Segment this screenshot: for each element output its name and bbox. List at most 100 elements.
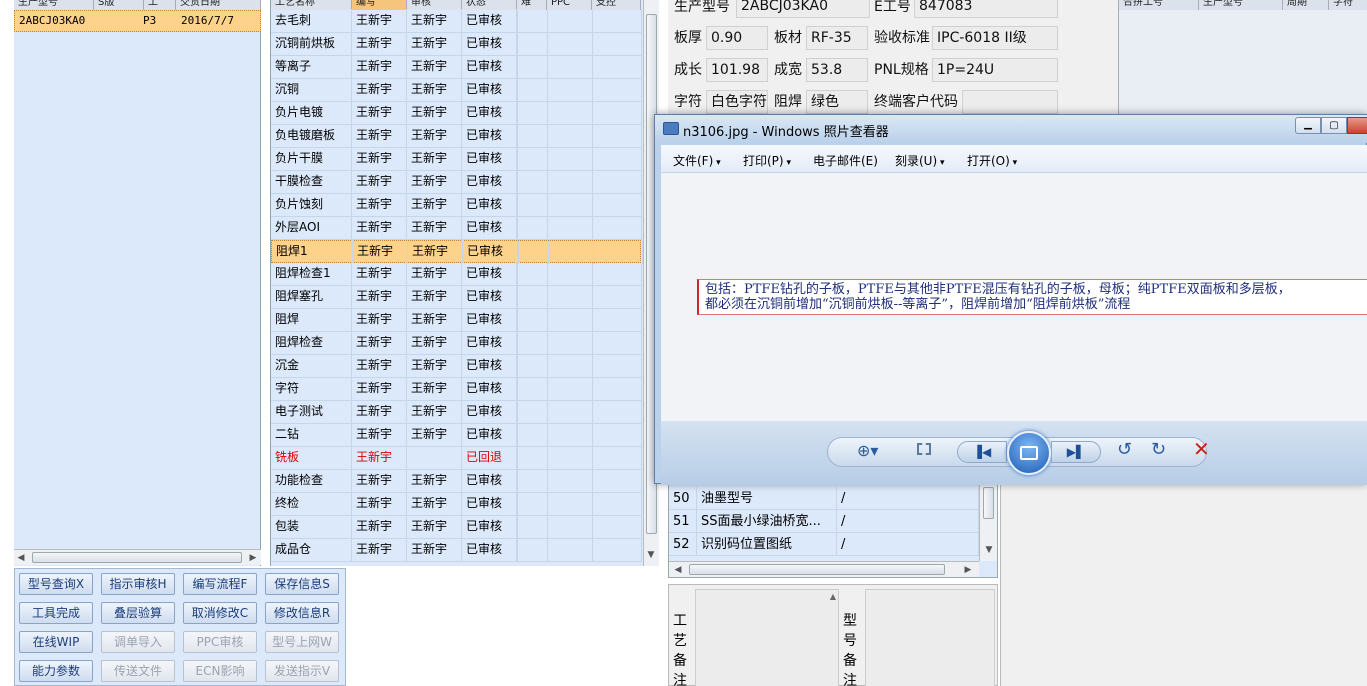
action-button[interactable]: 工具完成 xyxy=(19,602,93,624)
table-row[interactable]: 电子测试 王新宇 王新宇 已审核 xyxy=(271,400,642,424)
scroll-thumb[interactable] xyxy=(32,552,242,563)
table-row[interactable]: 阻焊1 王新宇 王新宇 已审核 xyxy=(271,240,643,264)
maximize-button[interactable]: ▢ xyxy=(1321,117,1347,134)
col-header-char[interactable]: 字符 xyxy=(1329,0,1367,10)
action-button[interactable]: 修改信息R xyxy=(265,602,339,624)
table-row[interactable]: 沉铜前烘板 王新宇 王新宇 已审核 xyxy=(271,32,642,56)
scroll-left-icon[interactable]: ◀ xyxy=(14,551,28,565)
action-button[interactable]: 编写流程F xyxy=(183,573,257,595)
minimize-button[interactable]: ▁ xyxy=(1295,117,1321,134)
horizontal-scrollbar[interactable]: ◀ ▶ xyxy=(14,549,261,565)
action-button[interactable]: ECN影响 xyxy=(183,660,257,682)
mask-field[interactable]: 绿色 xyxy=(806,90,868,114)
col-header-control[interactable]: 支控 xyxy=(592,0,641,10)
next-button[interactable]: ▶▌ xyxy=(1051,441,1101,463)
length-field[interactable]: 101.98 xyxy=(706,58,768,82)
action-button[interactable]: 取消修改C xyxy=(183,602,257,624)
menu-item[interactable]: 打开(O) ▾ xyxy=(967,152,1017,169)
actual-size-icon[interactable] xyxy=(917,443,931,455)
customer-field[interactable] xyxy=(962,90,1058,114)
delete-icon[interactable]: ✕ xyxy=(1193,437,1210,461)
process-remark-field[interactable]: ▲ xyxy=(695,589,839,686)
action-button[interactable]: 型号上网W xyxy=(265,631,339,653)
col-header-ppc[interactable]: PPC xyxy=(547,0,592,10)
action-button[interactable]: 传送文件 xyxy=(101,660,175,682)
writer-cell: 王新宇 xyxy=(352,101,407,124)
row-model: 2ABCJ03KA0 xyxy=(19,14,86,27)
material-field[interactable]: RF-35 xyxy=(806,26,868,50)
action-button[interactable]: 保存信息S xyxy=(265,573,339,595)
action-button[interactable]: PPC审核 xyxy=(183,631,257,653)
table-row[interactable]: 外层AOI 王新宇 王新宇 已审核 xyxy=(271,216,642,240)
rotate-right-icon[interactable]: ↻ xyxy=(1151,439,1166,460)
model-field[interactable]: 2ABCJ03KA0 xyxy=(736,0,870,18)
e-number-field[interactable]: 847083 xyxy=(914,0,1058,18)
menu-item[interactable]: 打印(P) ▾ xyxy=(743,152,791,169)
standard-field[interactable]: IPC-6018 II级 xyxy=(932,26,1058,50)
action-button[interactable]: 能力参数 xyxy=(19,660,93,682)
char-field[interactable]: 白色字符 xyxy=(706,90,768,114)
col-header-model[interactable]: 生产型号 xyxy=(14,0,94,10)
action-button[interactable]: 在线WIP xyxy=(19,631,93,653)
previous-button[interactable]: ▐◀ xyxy=(957,441,1007,463)
scroll-thumb[interactable] xyxy=(983,487,994,519)
table-row[interactable]: 2ABCJ03KA0 P3 2016/7/7 xyxy=(14,10,261,32)
table-row[interactable]: 终检 王新宇 王新宇 已审核 xyxy=(271,492,642,516)
list-item[interactable]: 50 油墨型号 / xyxy=(669,487,979,510)
col-header-merge-number[interactable]: 合拼工号 xyxy=(1119,0,1199,10)
column-divider xyxy=(592,493,593,516)
title-bar[interactable]: n3106.jpg - Windows 照片查看器 ▁ ▢ xyxy=(655,115,1367,143)
pnl-field[interactable]: 1P=24U xyxy=(932,58,1058,82)
scroll-down-icon[interactable]: ▼ xyxy=(644,548,658,562)
action-button[interactable]: 指示审核H xyxy=(101,573,175,595)
scroll-left-icon[interactable]: ◀ xyxy=(671,563,685,577)
menu-item[interactable]: 文件(F) ▾ xyxy=(673,152,721,169)
menu-item[interactable]: 刻录(U) ▾ xyxy=(895,152,945,169)
scroll-right-icon[interactable]: ▶ xyxy=(961,563,975,577)
action-button[interactable]: 调单导入 xyxy=(101,631,175,653)
thickness-field[interactable]: 0.90 xyxy=(706,26,768,50)
horizontal-scrollbar[interactable]: ◀ ▶ xyxy=(669,561,979,577)
table-row[interactable]: 二钻 王新宇 王新宇 已审核 xyxy=(271,423,642,447)
col-header-work[interactable]: 工 xyxy=(144,0,176,10)
scroll-down-icon[interactable]: ▼ xyxy=(982,543,996,557)
close-button[interactable] xyxy=(1347,117,1367,134)
table-row[interactable]: 负电镀磨板 王新宇 王新宇 已审核 xyxy=(271,124,642,148)
model-remark-field[interactable] xyxy=(865,589,995,686)
table-row[interactable]: 干膜检查 王新宇 王新宇 已审核 xyxy=(271,170,642,194)
table-row[interactable]: 负片电镀 王新宇 王新宇 已审核 xyxy=(271,101,642,125)
table-row[interactable]: 成品仓 王新宇 王新宇 已审核 xyxy=(271,538,642,562)
list-item[interactable]: 51 SS面最小绿油桥宽... / xyxy=(669,510,979,533)
table-row[interactable]: 阻焊塞孔 王新宇 王新宇 已审核 xyxy=(271,285,642,309)
table-row[interactable]: 阻焊检查1 王新宇 王新宇 已审核 xyxy=(271,262,642,286)
table-row[interactable]: 负片蚀刻 王新宇 王新宇 已审核 xyxy=(271,193,642,217)
list-item[interactable]: 52 识别码位置图纸 / xyxy=(669,533,979,556)
table-row[interactable]: 包装 王新宇 王新宇 已审核 xyxy=(271,515,642,539)
table-row[interactable]: 阻焊检查 王新宇 王新宇 已审核 xyxy=(271,331,642,355)
col-header-version[interactable]: S版 xyxy=(94,0,144,10)
action-button[interactable]: 发送指示V xyxy=(265,660,339,682)
col-header-merge-model[interactable]: 生产型号 xyxy=(1199,0,1283,10)
table-row[interactable]: 沉金 王新宇 王新宇 已审核 xyxy=(271,354,642,378)
rotate-left-icon[interactable]: ↺ xyxy=(1117,439,1132,460)
col-header-period[interactable]: 周期 xyxy=(1283,0,1329,10)
slideshow-button[interactable] xyxy=(1007,431,1051,475)
table-row[interactable]: 去毛刺 王新宇 王新宇 已审核 xyxy=(271,9,642,33)
table-row[interactable]: 沉铜 王新宇 王新宇 已审核 xyxy=(271,78,642,102)
table-row[interactable]: 阻焊 王新宇 王新宇 已审核 xyxy=(271,308,642,332)
table-row[interactable]: 负片干膜 王新宇 王新宇 已审核 xyxy=(271,147,642,171)
scroll-thumb[interactable] xyxy=(689,564,945,575)
menu-item[interactable]: 电子邮件(E) xyxy=(813,152,878,169)
table-row[interactable]: 字符 王新宇 王新宇 已审核 xyxy=(271,377,642,401)
action-button[interactable]: 叠层验算 xyxy=(101,602,175,624)
scroll-up-icon[interactable]: ▲ xyxy=(830,592,836,601)
zoom-icon[interactable]: ⊕▾ xyxy=(857,441,878,460)
table-row[interactable]: 功能检查 王新宇 王新宇 已审核 xyxy=(271,469,642,493)
table-row[interactable]: 铣板 王新宇 已回退 xyxy=(271,446,642,470)
width-field[interactable]: 53.8 xyxy=(806,58,868,82)
action-button[interactable]: 型号查询X xyxy=(19,573,93,595)
col-header-due-date[interactable]: 交货日期 xyxy=(176,0,261,10)
scroll-right-icon[interactable]: ▶ xyxy=(246,551,260,565)
table-row[interactable]: 等离子 王新宇 王新宇 已审核 xyxy=(271,55,642,79)
col-header-difficulty[interactable]: 难 xyxy=(517,0,547,10)
